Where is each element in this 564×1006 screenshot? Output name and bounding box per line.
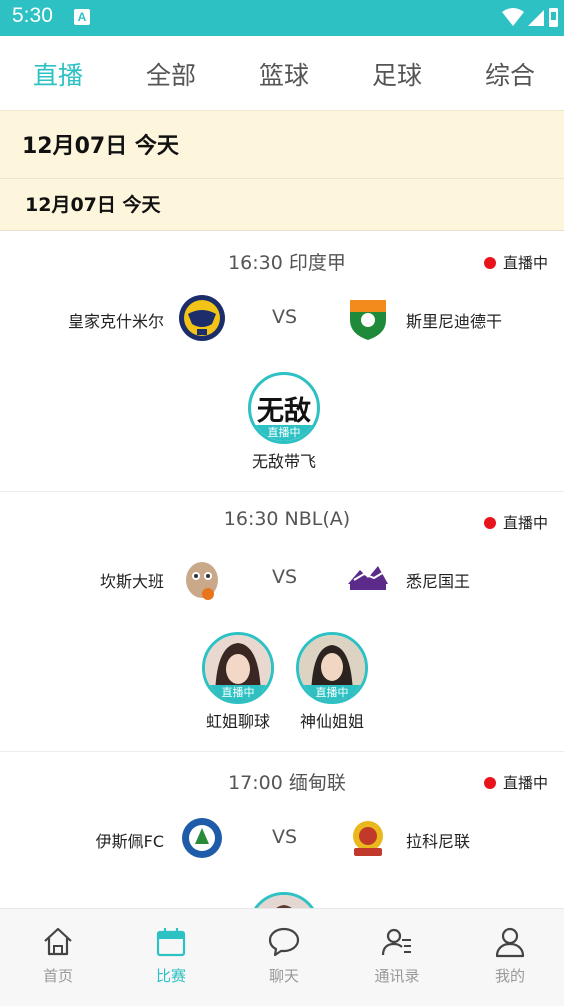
nav-profile-label: 我的 <box>494 967 525 985</box>
profile-icon <box>495 927 525 958</box>
nav-home-label: 首页 <box>42 967 73 985</box>
live-status-label: 直播中 <box>502 514 548 532</box>
vs-label: VS <box>272 306 298 328</box>
category-tabs: 直播 全部 篮球 足球 综合 <box>0 36 564 108</box>
status-time: 5:30 <box>12 4 53 27</box>
streamer-card[interactable]: 直播中 神仙姐姐 <box>294 632 370 732</box>
streamer-name: 无敌带飞 <box>251 452 316 471</box>
tab-basketball[interactable]: 篮球 <box>234 56 334 92</box>
home-team-logo <box>186 562 218 600</box>
away-team-name: 拉科尼联 <box>406 832 471 851</box>
streamer-card[interactable]: 直播中 虹姐聊球 <box>200 632 276 732</box>
status-bar: 5:30 A <box>0 0 564 36</box>
away-team-logo <box>353 821 383 856</box>
calendar-icon <box>156 928 186 957</box>
chat-bubble-icon <box>268 927 300 957</box>
match-time-league: 16:30 印度甲 <box>228 252 346 274</box>
nav-contacts[interactable]: 通讯录 <box>357 925 437 986</box>
home-team-name: 皇家克什米尔 <box>67 312 164 331</box>
tab-football[interactable]: 足球 <box>347 56 447 92</box>
nav-contacts-label: 通讯录 <box>374 967 420 985</box>
live-badge: 直播中 <box>251 425 317 441</box>
live-dot-icon <box>483 517 496 529</box>
live-status-label: 直播中 <box>502 774 548 792</box>
streamer-name: 虹姐聊球 <box>205 712 270 731</box>
home-icon <box>44 927 72 956</box>
live-badge: 直播中 <box>205 685 271 701</box>
avatar: 直播中 <box>202 632 274 704</box>
away-team-logo <box>348 566 388 590</box>
tab-all[interactable]: 全部 <box>121 56 221 92</box>
streamer-list: 直播中 虹姐聊球 直播中 神仙姐姐 <box>0 632 564 732</box>
nav-chat[interactable]: 聊天 <box>244 925 324 986</box>
live-status: 直播中 <box>483 512 548 533</box>
home-team-logo <box>182 818 222 858</box>
wifi-signal-battery-icon <box>502 8 558 27</box>
nav-matches-label: 比赛 <box>155 967 186 985</box>
streamer-name: 神仙姐姐 <box>299 712 364 731</box>
nav-profile[interactable]: 我的 <box>470 925 550 986</box>
nav-matches[interactable]: 比赛 <box>131 925 211 986</box>
live-status-label: 直播中 <box>502 254 548 272</box>
match-card[interactable]: 16:30 NBL(A) 直播中 坎斯大班 VS 悉尼国王 直播中 虹姐聊球 直… <box>0 492 564 752</box>
contacts-icon <box>381 928 411 956</box>
live-status: 直播中 <box>483 252 548 273</box>
home-team-name: 伊斯佩FC <box>95 832 164 851</box>
match-time-league: 17:00 缅甸联 <box>228 772 346 794</box>
bottom-navigation: 首页 比赛 聊天 通讯录 我的 <box>0 908 564 1006</box>
live-badge: 直播中 <box>299 685 365 701</box>
match-card[interactable]: 16:30 印度甲 直播中 皇家克什米尔 VS 斯里尼迪德干 无敌 直播中 无敌… <box>0 232 564 492</box>
home-team-logo <box>179 295 225 341</box>
live-status: 直播中 <box>483 772 548 793</box>
away-team-logo <box>350 300 386 340</box>
avatar-text: 无敌 <box>257 396 311 427</box>
nav-chat-label: 聊天 <box>268 967 299 985</box>
status-icons <box>500 6 558 30</box>
nav-home[interactable]: 首页 <box>18 925 98 986</box>
away-team-name: 斯里尼迪德干 <box>406 312 503 331</box>
date-header: 12月07日 今天 <box>0 110 564 178</box>
tab-live[interactable]: 直播 <box>8 56 108 92</box>
vs-label: VS <box>272 566 298 588</box>
notification-a-icon: A <box>74 9 90 25</box>
away-team-name: 悉尼国王 <box>406 572 471 591</box>
live-dot-icon <box>483 777 496 789</box>
tab-comprehensive[interactable]: 综合 <box>460 56 560 92</box>
vs-label: VS <box>272 826 298 848</box>
date-subheader: 12月07日 今天 <box>0 178 564 231</box>
streamer-list: 无敌 直播中 无敌带飞 <box>0 372 564 472</box>
avatar: 直播中 <box>296 632 368 704</box>
live-dot-icon <box>483 257 496 269</box>
avatar: 无敌 直播中 <box>248 372 320 444</box>
home-team-name: 坎斯大班 <box>99 572 164 591</box>
match-time-league: 16:30 NBL(A) <box>223 508 351 530</box>
streamer-card[interactable]: 无敌 直播中 无敌带飞 <box>246 372 322 472</box>
